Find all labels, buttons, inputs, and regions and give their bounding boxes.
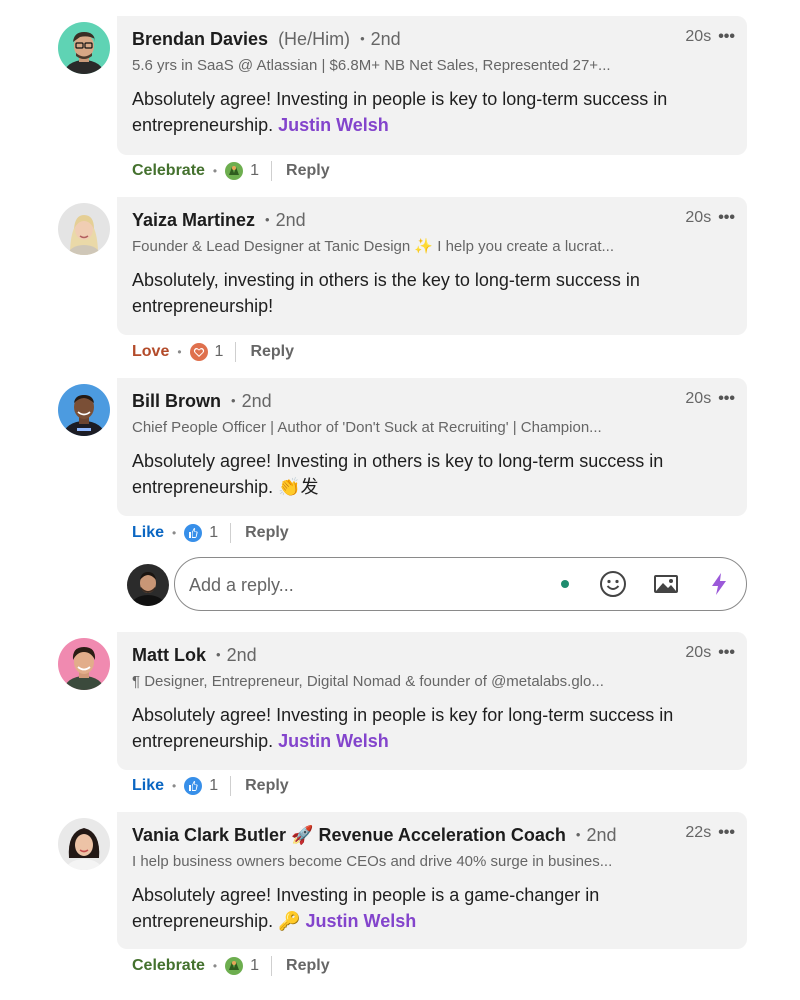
timestamp: 20s	[685, 644, 712, 661]
reaction-count[interactable]: 1	[215, 343, 224, 361]
reply-button[interactable]: Reply	[245, 524, 289, 542]
comment-text: Absolutely agree! Investing in people is…	[132, 705, 674, 751]
separator-dot: •	[212, 164, 218, 178]
lightning-icon[interactable]	[705, 570, 733, 598]
celebrate-icon[interactable]	[225, 957, 244, 975]
more-options-icon[interactable]: •••	[718, 209, 735, 227]
reaction-count[interactable]: 1	[250, 162, 259, 180]
mention-link[interactable]: Justin Welsh	[278, 115, 389, 135]
timestamp: 20s	[685, 28, 712, 45]
comment-text: Absolutely agree! Investing in people is…	[132, 89, 668, 135]
reply-button[interactable]: Reply	[286, 957, 330, 975]
timestamp: 20s	[685, 209, 712, 226]
commenter-name[interactable]: Vania Clark Butler 🚀 Revenue Acceleratio…	[132, 825, 566, 846]
divider	[230, 776, 232, 796]
avatar[interactable]	[58, 203, 110, 255]
reply-composer	[0, 557, 800, 613]
mention-link[interactable]: Justin Welsh	[306, 911, 417, 931]
celebrate-icon[interactable]	[225, 162, 244, 180]
separator-dot: •	[212, 959, 218, 973]
more-options-icon[interactable]: •••	[718, 644, 735, 662]
commenter-headline: Chief People Officer | Author of 'Don't …	[132, 419, 602, 436]
commenter-name[interactable]: Bill Brown	[132, 391, 221, 412]
commenter-name[interactable]: Yaiza Martinez	[132, 210, 255, 231]
comment-bubble: Vania Clark Butler 🚀 Revenue Acceleratio…	[117, 812, 747, 949]
mention-link[interactable]: Justin Welsh	[278, 731, 389, 751]
timestamp: 22s	[685, 824, 712, 841]
connection-degree: 2nd	[360, 29, 401, 50]
comment-actions: Like • 1 Reply	[132, 521, 289, 545]
divider	[271, 956, 273, 976]
avatar[interactable]	[58, 384, 110, 436]
like-button[interactable]: Like	[132, 524, 164, 542]
comment-bubble: Bill Brown 2nd 20s ••• Chief People Offi…	[117, 378, 747, 516]
commenter-headline: Founder & Lead Designer at Tanic Design …	[132, 238, 614, 255]
more-options-icon[interactable]: •••	[718, 28, 735, 46]
separator-dot: •	[177, 345, 182, 359]
commenter-headline: ¶ Designer, Entrepreneur, Digital Nomad …	[132, 673, 604, 690]
image-icon[interactable]	[652, 570, 680, 598]
comment-actions: Like • 1 Reply	[132, 774, 289, 798]
love-button[interactable]: Love	[132, 343, 169, 361]
current-user-avatar[interactable]	[127, 564, 169, 606]
celebrate-button[interactable]: Celebrate	[132, 162, 205, 180]
comment-bubble: Brendan Davies (He/Him) 2nd 20s ••• 5.6 …	[117, 16, 747, 155]
commenter-headline: 5.6 yrs in SaaS @ Atlassian | $6.8M+ NB …	[132, 57, 611, 74]
avatar[interactable]	[58, 818, 110, 870]
separator-dot: •	[172, 526, 177, 540]
avatar[interactable]	[58, 638, 110, 690]
comment-text: Absolutely, investing in others is the k…	[132, 270, 640, 316]
separator-dot: •	[172, 779, 177, 793]
love-icon[interactable]	[189, 343, 208, 361]
reply-input[interactable]	[189, 572, 549, 598]
avatar[interactable]	[58, 22, 110, 74]
comment-bubble: Yaiza Martinez 2nd 20s ••• Founder & Lea…	[117, 197, 747, 335]
more-options-icon[interactable]: •••	[718, 824, 735, 842]
reaction-count[interactable]: 1	[250, 957, 259, 975]
commenter-name[interactable]: Brendan Davies	[132, 29, 268, 50]
comment-text: Absolutely agree! Investing in people is…	[132, 885, 600, 931]
like-icon[interactable]	[184, 524, 203, 542]
like-button[interactable]: Like	[132, 777, 164, 795]
reaction-count[interactable]: 1	[209, 524, 218, 542]
timestamp: 20s	[685, 390, 712, 407]
comment-bubble: Matt Lok 2nd 20s ••• ¶ Designer, Entrepr…	[117, 632, 747, 770]
divider	[230, 523, 232, 543]
pronouns: (He/Him)	[278, 29, 351, 49]
more-options-icon[interactable]: •••	[718, 390, 735, 408]
divider	[235, 342, 237, 362]
connection-degree: 2nd	[576, 825, 616, 846]
reaction-count[interactable]: 1	[209, 777, 218, 795]
comment-actions: Celebrate • 1 Reply	[132, 159, 330, 183]
commenter-name[interactable]: Matt Lok	[132, 645, 206, 666]
reply-button[interactable]: Reply	[286, 162, 330, 180]
reply-button[interactable]: Reply	[245, 777, 289, 795]
connection-degree: 2nd	[265, 210, 306, 231]
commenter-headline: I help business owners become CEOs and d…	[132, 853, 613, 870]
comment-actions: Celebrate • 1 Reply	[132, 954, 330, 978]
comment-actions: Love • 1 Reply	[132, 340, 294, 364]
emoji-icon[interactable]	[599, 570, 627, 598]
connection-degree: 2nd	[216, 645, 257, 666]
reply-input-container[interactable]	[174, 557, 747, 611]
reply-button[interactable]: Reply	[250, 343, 294, 361]
connection-degree: 2nd	[231, 391, 272, 412]
active-status-dot	[561, 580, 569, 588]
celebrate-button[interactable]: Celebrate	[132, 957, 205, 975]
divider	[271, 161, 273, 181]
comment-text: Absolutely agree! Investing in others is…	[132, 451, 664, 497]
like-icon[interactable]	[184, 777, 203, 795]
